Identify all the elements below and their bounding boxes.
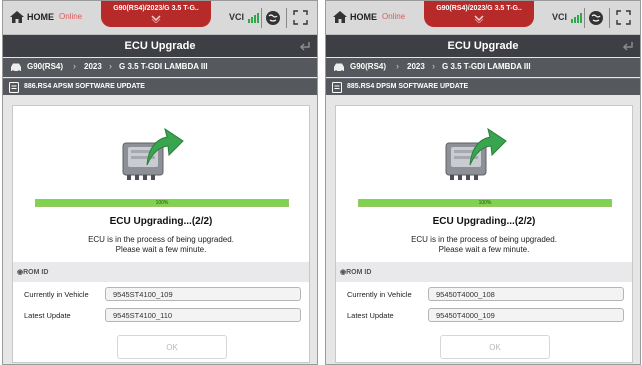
home-icon[interactable]	[9, 10, 25, 24]
status-message-line: ECU is in the process of being upgraded.	[88, 235, 234, 244]
home-label[interactable]: HOME	[27, 12, 54, 22]
online-status-badge: Online	[382, 12, 406, 21]
document-icon	[332, 82, 342, 93]
latest-version-label: Latest Update	[347, 311, 394, 320]
ok-button[interactable]: OK	[117, 335, 227, 359]
function-title: 886.RS4 APSM SOFTWARE UPDATE	[24, 83, 145, 90]
vehicle-selector-label: G90(RS4)/2023/G 3.5 T-G..	[113, 5, 199, 12]
top-bar: HOME Online G90(RS4)/2023/G 3.5 T-G.. VC…	[3, 1, 317, 35]
current-version-value: 9545ST4100_109	[113, 290, 173, 299]
divider	[609, 8, 610, 28]
title-bar: ECU Upgrade	[326, 35, 640, 57]
ok-button-label: OK	[489, 343, 501, 352]
status-message-line: Please wait a few minute.	[438, 245, 530, 254]
function-subheader: 886.RS4 APSM SOFTWARE UPDATE	[3, 78, 317, 95]
document-icon	[9, 82, 19, 93]
vci-signal-icon	[248, 13, 259, 23]
breadcrumb-year: 2023	[407, 62, 425, 71]
car-icon	[11, 63, 21, 73]
fullscreen-icon[interactable]	[293, 10, 308, 25]
vehicle-selector-label: G90(RS4)/2023/G 3.5 T-G..	[436, 5, 522, 12]
back-icon[interactable]	[299, 40, 311, 52]
ecu-upgrade-screen-right: HOME Online G90(RS4)/2023/G 3.5 T-G.. VC…	[325, 0, 641, 365]
rom-id-label: ROM ID	[346, 269, 372, 276]
globe-icon[interactable]	[265, 10, 281, 26]
back-icon[interactable]	[622, 40, 634, 52]
rom-id-label: ROM ID	[23, 269, 49, 276]
page-title: ECU Upgrade	[447, 40, 519, 52]
divider	[286, 8, 287, 28]
home-icon[interactable]	[332, 10, 348, 24]
vci-signal-icon	[571, 13, 582, 23]
current-version-label: Currently in Vehicle	[347, 290, 412, 299]
ecu-upgrade-screen-left: HOME Online G90(RS4)/2023/G 3.5 T-G.. VC…	[2, 0, 318, 365]
status-title: ECU Upgrading...(2/2)	[109, 216, 213, 227]
progress-percent-label: 100%	[155, 200, 169, 206]
divider	[261, 8, 262, 28]
breadcrumb-separator: ›	[396, 61, 399, 71]
breadcrumb-separator: ›	[73, 61, 76, 71]
status-message-line: Please wait a few minute.	[115, 245, 207, 254]
latest-version-field: 9545ST4100_110	[105, 308, 301, 322]
vehicle-selector-tab[interactable]: G90(RS4)/2023/G 3.5 T-G..	[424, 1, 534, 27]
status-title: ECU Upgrading...(2/2)	[432, 216, 536, 227]
status-message: ECU is in the process of being upgraded.…	[13, 235, 309, 255]
status-message-line: ECU is in the process of being upgraded.	[411, 235, 557, 244]
breadcrumb-model: G90(RS4)	[350, 62, 387, 71]
status-message: ECU is in the process of being upgraded.…	[336, 235, 632, 255]
breadcrumb-separator: ›	[109, 61, 112, 71]
chevron-down-icon	[474, 15, 484, 23]
rom-id-title: ◉ROM ID	[340, 269, 372, 276]
breadcrumb: G90(RS4) › 2023 › G 3.5 T-GDI LAMBDA III	[3, 58, 317, 77]
globe-icon[interactable]	[588, 10, 604, 26]
chevron-down-icon	[151, 15, 161, 23]
ecu-upgrade-icon	[122, 127, 184, 180]
latest-version-value: 9545ST4100_110	[113, 311, 173, 320]
breadcrumb-engine: G 3.5 T-GDI LAMBDA III	[442, 62, 531, 71]
upgrade-progress-bar: 100%	[35, 199, 289, 207]
ok-button[interactable]: OK	[440, 335, 550, 359]
current-version-label: Currently in Vehicle	[24, 290, 89, 299]
breadcrumb-model: G90(RS4)	[27, 62, 64, 71]
current-version-field: 9545ST4100_109	[105, 287, 301, 301]
rom-id-header: ◉ROM ID	[336, 262, 632, 282]
ok-button-label: OK	[166, 343, 178, 352]
latest-version-label: Latest Update	[24, 311, 71, 320]
current-version-field: 95450T4000_108	[428, 287, 624, 301]
function-title: 885.RS4 DPSM SOFTWARE UPDATE	[347, 83, 469, 90]
online-status-badge: Online	[59, 12, 83, 21]
title-bar: ECU Upgrade	[3, 35, 317, 57]
home-label[interactable]: HOME	[350, 12, 377, 22]
progress-percent-label: 100%	[478, 200, 492, 206]
breadcrumb-year: 2023	[84, 62, 102, 71]
divider	[584, 8, 585, 28]
rom-id-title: ◉ROM ID	[17, 269, 49, 276]
vci-label: VCI	[552, 12, 568, 22]
page-title: ECU Upgrade	[124, 40, 196, 52]
breadcrumb: G90(RS4) › 2023 › G 3.5 T-GDI LAMBDA III	[326, 58, 640, 77]
top-bar: HOME Online G90(RS4)/2023/G 3.5 T-G.. VC…	[326, 1, 640, 35]
upgrade-status-card: 100% ECU Upgrading...(2/2) ECU is in the…	[12, 105, 310, 363]
vehicle-selector-tab[interactable]: G90(RS4)/2023/G 3.5 T-G..	[101, 1, 211, 27]
breadcrumb-engine: G 3.5 T-GDI LAMBDA III	[119, 62, 208, 71]
current-version-value: 95450T4000_108	[436, 290, 495, 299]
vci-label: VCI	[229, 12, 245, 22]
car-icon	[334, 63, 344, 73]
upgrade-status-card: 100% ECU Upgrading...(2/2) ECU is in the…	[335, 105, 633, 363]
upgrade-progress-bar: 100%	[358, 199, 612, 207]
breadcrumb-separator: ›	[432, 61, 435, 71]
latest-version-value: 95450T4000_109	[436, 311, 495, 320]
fullscreen-icon[interactable]	[616, 10, 631, 25]
function-subheader: 885.RS4 DPSM SOFTWARE UPDATE	[326, 78, 640, 95]
rom-id-header: ◉ROM ID	[13, 262, 309, 282]
latest-version-field: 95450T4000_109	[428, 308, 624, 322]
ecu-upgrade-icon	[445, 127, 507, 180]
